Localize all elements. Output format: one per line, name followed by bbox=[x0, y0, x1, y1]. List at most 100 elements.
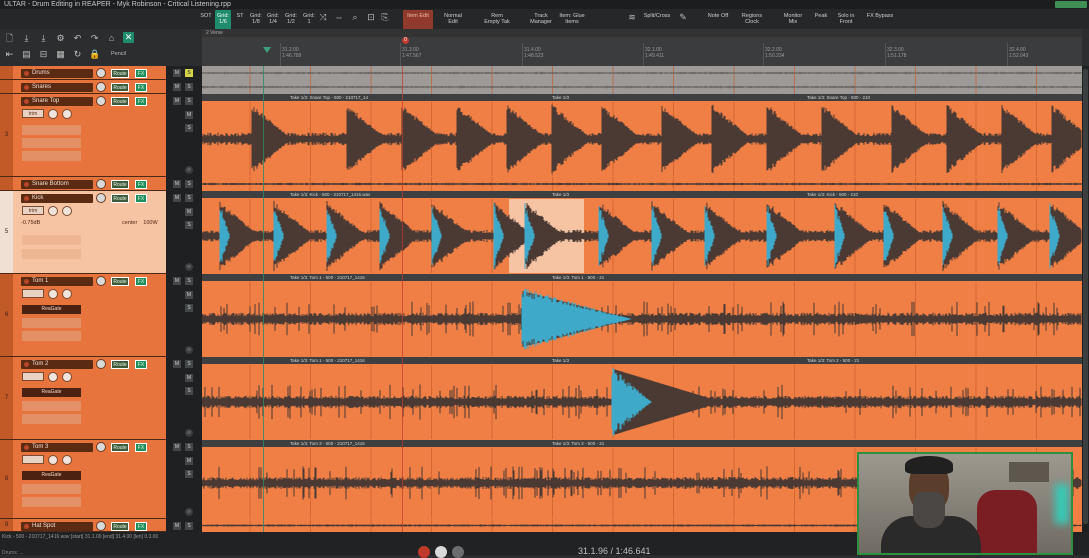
fx-slot[interactable] bbox=[22, 318, 81, 328]
volume-knob[interactable] bbox=[96, 193, 106, 203]
toolbar-button[interactable]: SOT bbox=[200, 10, 212, 31]
track-header-tom-3[interactable]: 8 Tom 3 Route FX ReaGate bbox=[0, 440, 166, 519]
item-header[interactable]: Take 1/3: Tom 1 - 500 - 210717_1416 Take … bbox=[202, 274, 1082, 281]
toolbar-button[interactable]: Normal Edit bbox=[441, 10, 465, 31]
track-lane[interactable]: Take 1/3: Tom 1 - 500 - 210717_1416 Take … bbox=[202, 357, 1082, 441]
track-name-field[interactable]: Drums bbox=[21, 69, 93, 78]
redo-icon[interactable]: ↷ bbox=[89, 33, 100, 44]
fx-slot[interactable] bbox=[22, 138, 81, 148]
fx-plugin-slot[interactable]: ReaGate bbox=[22, 471, 81, 480]
fx-bypass-icon[interactable]: ⊘ bbox=[185, 346, 193, 354]
envelope-button[interactable] bbox=[22, 455, 44, 464]
fx-button[interactable]: FX bbox=[135, 97, 147, 106]
toolbar-button[interactable]: Grid: 1/6 bbox=[215, 10, 231, 31]
record-arm-button[interactable] bbox=[24, 196, 29, 201]
pan-knob[interactable] bbox=[48, 372, 58, 382]
undo-icon[interactable]: ↶ bbox=[72, 33, 83, 44]
fx-button[interactable]: FX bbox=[135, 360, 147, 369]
envelope-button[interactable] bbox=[22, 289, 44, 298]
toolbar-button[interactable]: Track Manager bbox=[526, 10, 556, 31]
width-knob[interactable] bbox=[62, 206, 72, 216]
vertical-scrollbar[interactable] bbox=[1082, 66, 1089, 532]
fx-bypass-icon[interactable]: ⊘ bbox=[185, 263, 193, 271]
toolbar-button[interactable]: Item Edit bbox=[403, 10, 433, 31]
track-name-field[interactable]: Tom 3 bbox=[21, 443, 93, 452]
timeline-ruler[interactable]: 2 Verse 0 31.2.00 1:46.789 31.3.00 1:47.567… bbox=[202, 29, 1082, 66]
fx-plugin-slot[interactable]: ReaGate bbox=[22, 305, 81, 314]
mute-button[interactable]: M bbox=[173, 194, 181, 202]
solo-button[interactable]: S bbox=[185, 69, 193, 77]
save-icon[interactable]: ⤓ bbox=[21, 33, 32, 44]
track-header-snares[interactable]: Snares Route FX bbox=[0, 80, 166, 94]
mute-button[interactable]: M bbox=[173, 522, 181, 530]
volume-knob[interactable] bbox=[96, 442, 106, 452]
fx-button[interactable]: FX bbox=[135, 69, 147, 78]
pan-knob[interactable] bbox=[48, 109, 58, 119]
track-name-field[interactable]: Snare Top bbox=[21, 97, 93, 106]
width-knob[interactable] bbox=[62, 109, 72, 119]
volume-knob[interactable] bbox=[96, 82, 106, 92]
track-header-tom-1[interactable]: 6 Tom 1 Route FX ReaGate bbox=[0, 274, 166, 357]
record-arm-button[interactable] bbox=[24, 99, 29, 104]
snap-icon[interactable]: ⊟ bbox=[38, 49, 49, 60]
track-name-field[interactable]: Snare Bottom bbox=[21, 180, 93, 189]
solo-button[interactable]: S bbox=[185, 360, 193, 368]
volume-knob[interactable] bbox=[96, 179, 106, 189]
mute-button[interactable]: M bbox=[173, 277, 181, 285]
envelope-button[interactable] bbox=[22, 372, 44, 381]
marker[interactable]: 0 bbox=[402, 37, 409, 44]
solo-button[interactable]: S bbox=[185, 97, 193, 105]
item-header[interactable]: Take 1/3: Kick - 500 - 210717_1416.wav Ta… bbox=[202, 191, 1082, 198]
route-button[interactable]: Route bbox=[111, 522, 129, 531]
monitor-button[interactable]: S bbox=[185, 221, 193, 229]
monitor-button[interactable]: S bbox=[185, 304, 193, 312]
toolbar-button[interactable]: Grid: 1/2 bbox=[284, 10, 298, 31]
monitor-button[interactable]: S bbox=[185, 470, 193, 478]
fx-slot[interactable] bbox=[22, 331, 81, 341]
track-header-kick[interactable]: 5 Kick Route FX trim -0.75dB center 100W bbox=[0, 191, 166, 274]
toolbar-button[interactable]: Item: Glue Items bbox=[557, 10, 587, 31]
ripple-icon[interactable]: ⤨ bbox=[318, 12, 328, 22]
mute-button[interactable]: M bbox=[173, 443, 181, 451]
fx-slot[interactable] bbox=[22, 151, 81, 161]
stop-button[interactable] bbox=[452, 546, 464, 558]
toolbar-button[interactable]: Grid: 1/4 bbox=[266, 10, 280, 31]
track-name-field[interactable]: Snares bbox=[21, 83, 93, 92]
volume-knob[interactable] bbox=[96, 96, 106, 106]
track-lane[interactable]: Take 1/3: Snare Top - 500 - 210717_14 Tak… bbox=[202, 94, 1082, 178]
mute-button[interactable]: M bbox=[173, 360, 181, 368]
toolbar-button[interactable]: Grid: 1/8 bbox=[249, 10, 263, 31]
zoom-sel-icon[interactable]: ⊡ bbox=[366, 12, 376, 22]
fx-button[interactable]: FX bbox=[135, 443, 147, 452]
solo-button[interactable]: S bbox=[185, 277, 193, 285]
toolbar-button[interactable]: ST bbox=[235, 10, 245, 31]
phase-button[interactable]: M bbox=[185, 291, 193, 299]
zoom-icon[interactable]: ⌕ bbox=[350, 12, 360, 22]
fx-plugin-slot[interactable]: ReaGate bbox=[22, 388, 81, 397]
route-button[interactable]: Route bbox=[111, 277, 129, 286]
record-arm-button[interactable] bbox=[24, 445, 29, 450]
phase-button[interactable]: M bbox=[185, 111, 193, 119]
mute-button[interactable]: M bbox=[173, 69, 181, 77]
fx-slot[interactable] bbox=[22, 125, 81, 135]
fx-button[interactable]: FX bbox=[135, 180, 147, 189]
track-name-field[interactable]: Kick bbox=[21, 194, 93, 203]
monitor-button[interactable]: S bbox=[185, 387, 193, 395]
toolbar-button[interactable]: FX Bypass bbox=[866, 10, 894, 31]
track-header-drums[interactable]: Drums Route FX bbox=[0, 66, 166, 80]
fx-slot[interactable] bbox=[22, 497, 81, 507]
mute-button[interactable]: M bbox=[173, 83, 181, 91]
solo-button[interactable]: S bbox=[185, 194, 193, 202]
fx-bypass-icon[interactable]: ⊘ bbox=[185, 508, 193, 516]
record-arm-button[interactable] bbox=[24, 362, 29, 367]
track-name-field[interactable]: Hat Spot bbox=[21, 522, 93, 531]
record-arm-button[interactable] bbox=[24, 71, 29, 76]
item-header[interactable]: Take 1/3: Snare Top - 500 - 210717_14 Tak… bbox=[202, 94, 1082, 101]
loop-icon[interactable]: ↻ bbox=[72, 49, 83, 60]
toolbar-button[interactable]: Monitor Mix bbox=[782, 10, 804, 31]
route-button[interactable]: Route bbox=[111, 83, 129, 92]
fx-bypass-icon[interactable]: ⊘ bbox=[185, 429, 193, 437]
split-icon[interactable]: ≋ bbox=[627, 12, 637, 22]
track-header-snare-bottom[interactable]: Snare Bottom Route FX bbox=[0, 177, 166, 191]
track-name-field[interactable]: Tom 1 bbox=[21, 277, 93, 286]
